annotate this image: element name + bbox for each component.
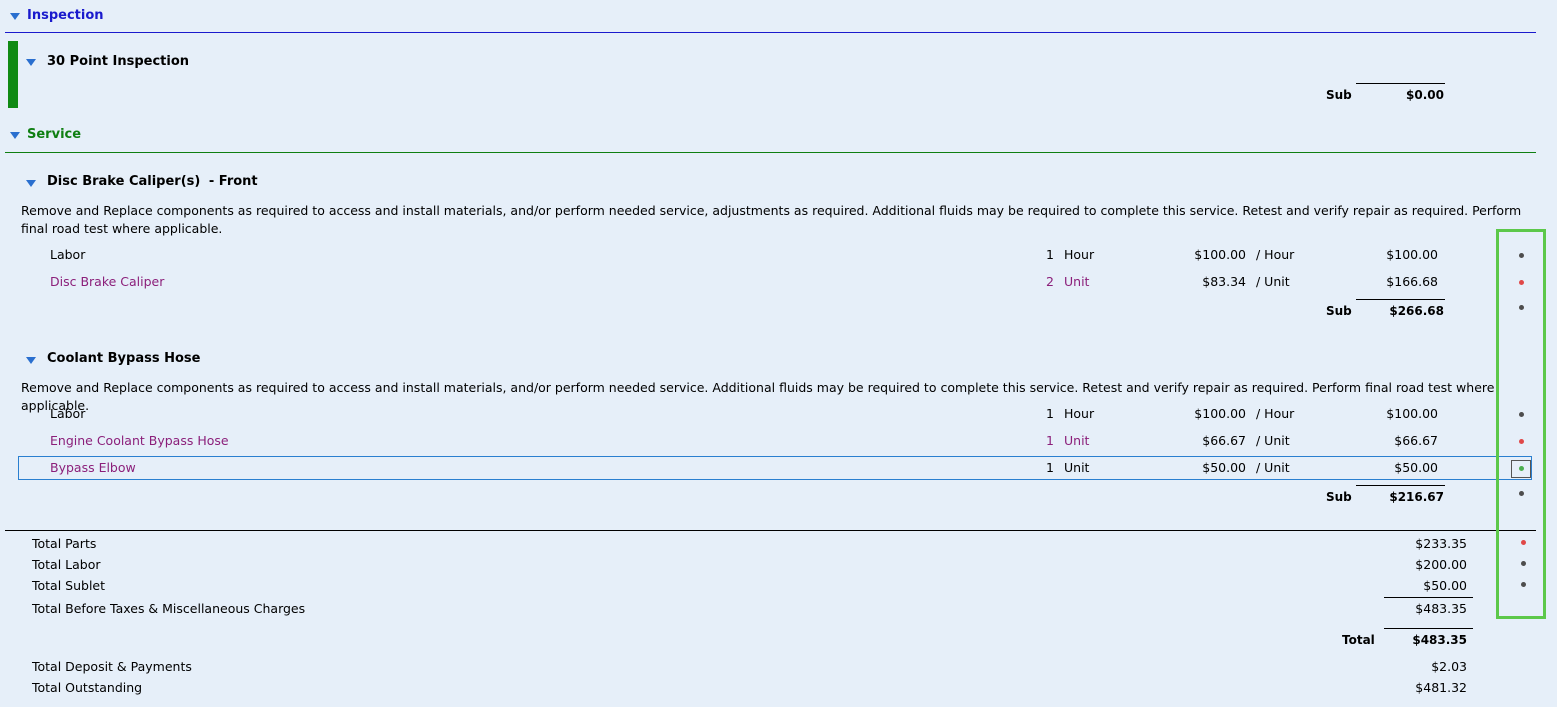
job-sub-rule bbox=[1356, 485, 1445, 486]
total-sublet-value: $50.00 bbox=[1423, 578, 1467, 593]
job-sub-rule bbox=[1356, 299, 1445, 300]
status-dot[interactable] bbox=[1519, 305, 1524, 310]
line-item-total: $166.68 bbox=[1386, 274, 1438, 289]
line-item-qty: 1 bbox=[1046, 433, 1054, 448]
status-dot[interactable] bbox=[1519, 412, 1524, 417]
status-dot[interactable] bbox=[1521, 582, 1526, 587]
job-sub-value: $266.68 bbox=[1389, 304, 1444, 318]
line-item-qty: 1 bbox=[1046, 247, 1054, 262]
inspection-group-collapse-icon[interactable] bbox=[26, 59, 36, 66]
job-description: Remove and Replace components as require… bbox=[21, 203, 1522, 236]
inspection-sub-label: Sub bbox=[1326, 88, 1352, 102]
line-item-rate: $66.67 bbox=[1202, 433, 1246, 448]
line-item-rate-unit: / Hour bbox=[1256, 406, 1295, 421]
inspection-header: Inspection bbox=[27, 8, 104, 23]
job-sub-value: $216.67 bbox=[1389, 490, 1444, 504]
status-dot[interactable] bbox=[1519, 280, 1524, 285]
service-divider bbox=[5, 152, 1536, 153]
total-parts-label: Total Parts bbox=[32, 536, 97, 551]
line-item-unit: Hour bbox=[1064, 406, 1095, 421]
total-labor-value: $200.00 bbox=[1415, 557, 1467, 572]
line-item-total: $66.67 bbox=[1394, 433, 1438, 448]
status-dot[interactable] bbox=[1519, 466, 1524, 471]
job-title: Coolant Bypass Hose bbox=[47, 351, 201, 366]
line-item-rate: $50.00 bbox=[1202, 460, 1246, 475]
totals-divider bbox=[5, 530, 1536, 531]
total-outstanding-value: $481.32 bbox=[1415, 680, 1467, 695]
status-dot[interactable] bbox=[1519, 253, 1524, 258]
total-sublet-label: Total Sublet bbox=[32, 578, 106, 593]
inspection-divider bbox=[5, 32, 1536, 33]
status-dot[interactable] bbox=[1519, 439, 1524, 444]
sublet-rule bbox=[1384, 597, 1473, 598]
line-item-rate: $100.00 bbox=[1194, 406, 1246, 421]
total-rule bbox=[1384, 628, 1473, 629]
job-sub-label: Sub bbox=[1326, 304, 1352, 318]
total-deposit-label: Total Deposit & Payments bbox=[32, 659, 192, 674]
total-labor-label: Total Labor bbox=[32, 557, 101, 572]
service-collapse-icon[interactable] bbox=[10, 132, 20, 139]
total-parts-value: $233.35 bbox=[1415, 536, 1467, 551]
inspection-sub-rule bbox=[1356, 83, 1445, 84]
line-item-selected[interactable] bbox=[18, 456, 1532, 480]
line-item-total: $100.00 bbox=[1386, 247, 1438, 262]
line-item-unit: Unit bbox=[1064, 274, 1090, 289]
line-item-rate-unit: / Unit bbox=[1256, 433, 1290, 448]
total-before-taxes-label: Total Before Taxes & Miscellaneous Charg… bbox=[32, 601, 306, 616]
line-item-rate: $100.00 bbox=[1194, 247, 1246, 262]
line-item-qty: 1 bbox=[1046, 460, 1054, 475]
inspection-sub-value: $0.00 bbox=[1406, 88, 1444, 102]
service-header: Service bbox=[27, 127, 82, 142]
line-item-unit: Unit bbox=[1064, 433, 1090, 448]
total-before-taxes-value: $483.35 bbox=[1415, 601, 1467, 616]
line-item-qty: 2 bbox=[1046, 274, 1054, 289]
line-item-name: Labor bbox=[50, 406, 86, 421]
line-item-unit: Hour bbox=[1064, 247, 1095, 262]
grand-total-value: $483.35 bbox=[1412, 633, 1467, 647]
total-outstanding-label: Total Outstanding bbox=[32, 680, 143, 695]
inspection-group-title: 30 Point Inspection bbox=[47, 54, 190, 69]
line-item-rate-unit: / Unit bbox=[1256, 274, 1290, 289]
job-collapse-icon[interactable] bbox=[26, 357, 36, 364]
job-title: Disc Brake Caliper(s) - Front bbox=[47, 174, 258, 189]
line-item-total: $100.00 bbox=[1386, 406, 1438, 421]
line-item-rate: $83.34 bbox=[1202, 274, 1246, 289]
job-sub-label: Sub bbox=[1326, 490, 1352, 504]
line-item-unit: Unit bbox=[1064, 460, 1090, 475]
total-deposit-value: $2.03 bbox=[1431, 659, 1467, 674]
line-item-name: Bypass Elbow bbox=[50, 460, 136, 475]
line-item-total: $50.00 bbox=[1394, 460, 1438, 475]
status-dot[interactable] bbox=[1519, 491, 1524, 496]
grand-total-label: Total bbox=[1342, 633, 1375, 647]
job-title-suffix: - Front bbox=[208, 174, 258, 189]
status-dot[interactable] bbox=[1521, 540, 1526, 545]
line-item-qty: 1 bbox=[1046, 406, 1054, 421]
job-collapse-icon[interactable] bbox=[26, 180, 36, 187]
job-description: Remove and Replace components as require… bbox=[21, 380, 1495, 413]
status-dot[interactable] bbox=[1521, 561, 1526, 566]
inspection-group-bar bbox=[8, 41, 18, 108]
line-item-name: Disc Brake Caliper bbox=[50, 274, 165, 289]
job-title-text: Disc Brake Caliper(s) bbox=[47, 174, 201, 189]
line-item-name: Engine Coolant Bypass Hose bbox=[50, 433, 229, 448]
inspection-collapse-icon[interactable] bbox=[10, 13, 20, 20]
line-item-name: Labor bbox=[50, 247, 86, 262]
line-item-rate-unit: / Hour bbox=[1256, 247, 1295, 262]
line-item-rate-unit: / Unit bbox=[1256, 460, 1290, 475]
